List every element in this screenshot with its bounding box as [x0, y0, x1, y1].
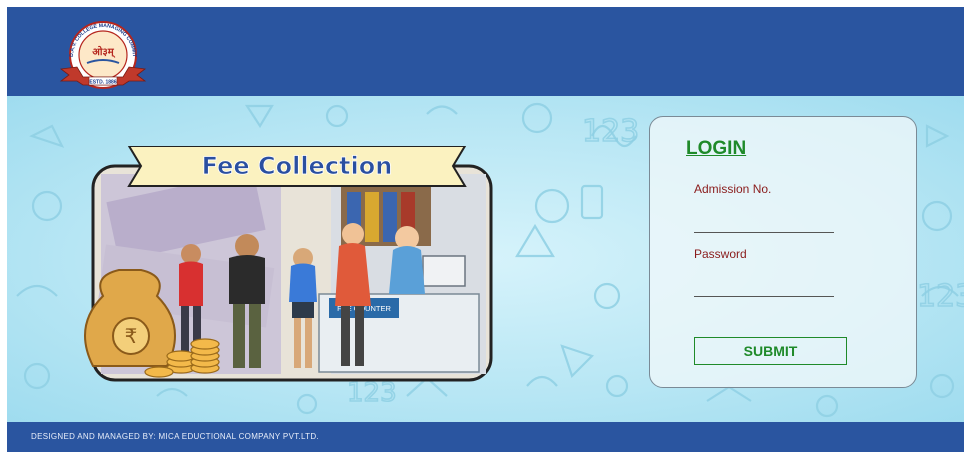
admission-number-input[interactable]: [694, 211, 834, 233]
submit-button[interactable]: SUBMIT: [694, 337, 847, 365]
login-title: LOGIN: [686, 138, 747, 159]
login-page-body: 123 123 123 FEE COUNTER: [7, 96, 964, 422]
password-input[interactable]: [694, 275, 834, 297]
svg-text:₹: ₹: [125, 324, 138, 348]
footer-credit-text: DESIGNED AND MANAGED BY: MICA EDUCTIONAL…: [31, 432, 319, 441]
login-card: LOGIN Admission No. Password SUBMIT: [649, 116, 917, 388]
header-bar: D.A.V. COLLEGE MANAGING COMMITTEE ओ३म् E…: [7, 7, 964, 96]
page-frame: D.A.V. COLLEGE MANAGING COMMITTEE ओ३म् E…: [7, 7, 964, 452]
footer-bar: DESIGNED AND MANAGED BY: MICA EDUCTIONAL…: [7, 422, 964, 452]
admission-number-label: Admission No.: [694, 182, 772, 196]
banner-title: Fee Collection: [202, 152, 393, 180]
svg-text:123: 123: [582, 114, 639, 149]
dav-logo: D.A.V. COLLEGE MANAGING COMMITTEE ओ३म् E…: [57, 17, 147, 89]
logo-om-text: ओ३म्: [92, 45, 115, 58]
logo-estd-text: ESTD. 1886: [89, 79, 116, 85]
svg-text:123: 123: [917, 279, 964, 314]
fee-collection-banner: FEE COUNTER: [84, 146, 493, 382]
password-label: Password: [694, 247, 747, 261]
